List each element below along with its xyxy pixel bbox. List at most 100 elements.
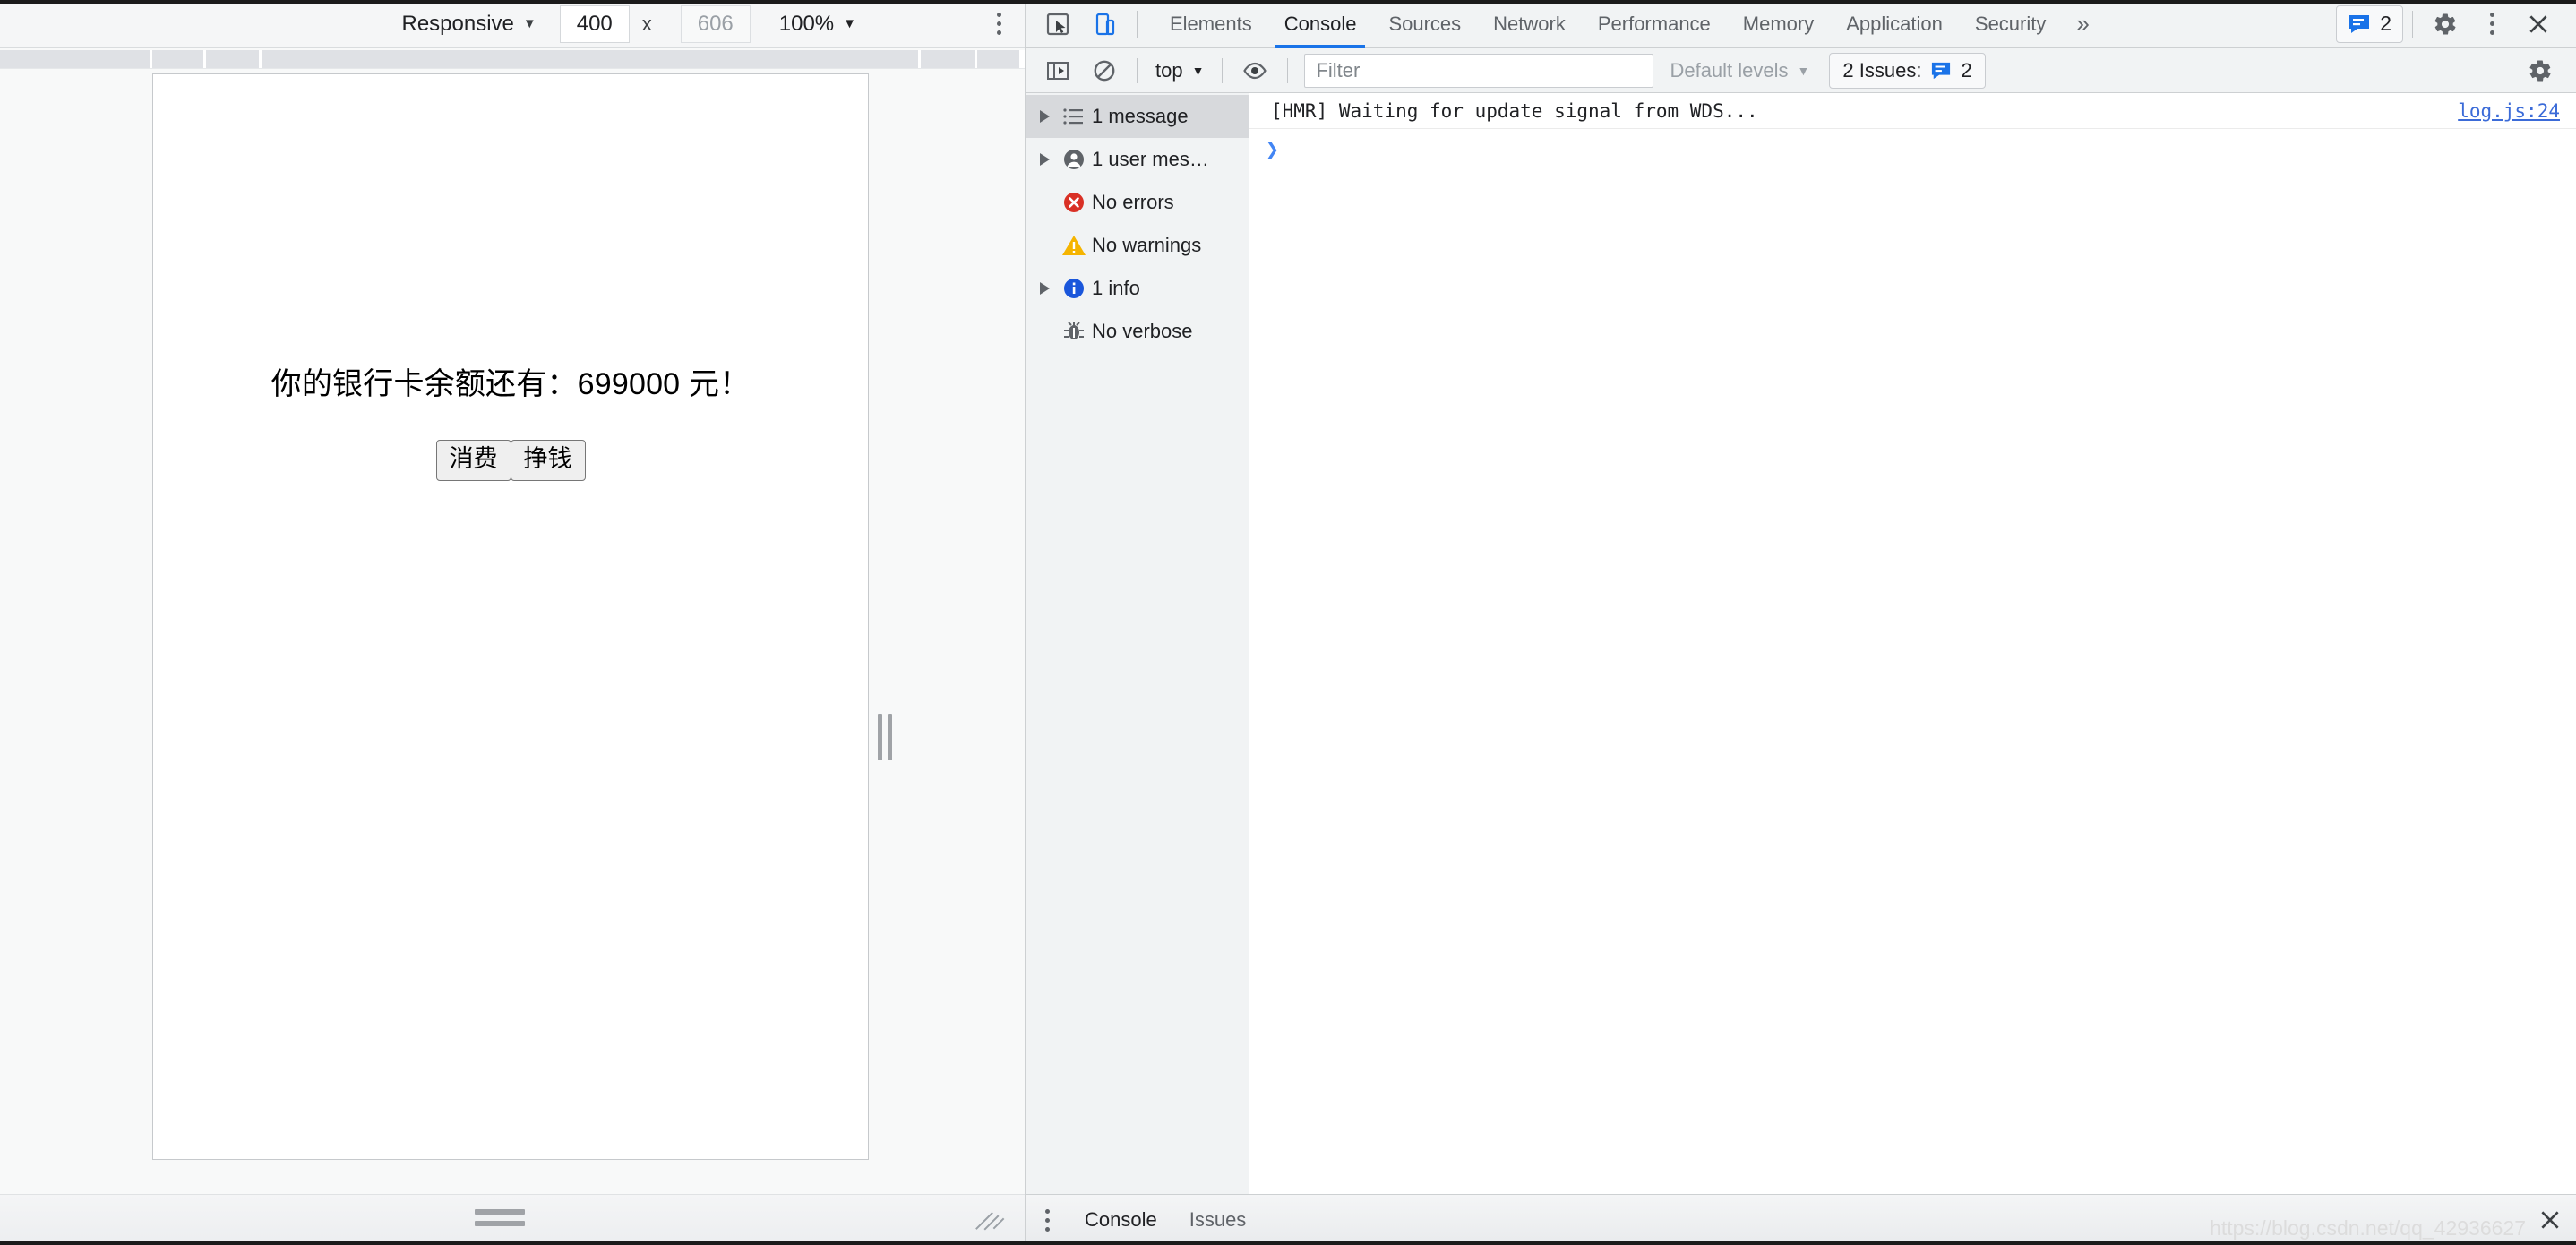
devtools-drawer: Console Issues https://blog.csdn.net/qq_… (1026, 1194, 2576, 1245)
devtools-toolbar-right: 2 (2336, 3, 2576, 46)
tab-memory[interactable]: Memory (1727, 0, 1830, 48)
eye-icon (1243, 62, 1267, 79)
console-message-source-link[interactable]: log.js:24 (2458, 100, 2560, 122)
close-icon (2541, 1211, 2559, 1229)
zoom-label: 100% (778, 11, 835, 36)
drawer-more-button[interactable] (1026, 1195, 1069, 1245)
console-issues-button[interactable]: 2 Issues: 2 (1829, 52, 1986, 89)
device-toolbar-more-button[interactable] (973, 0, 1025, 48)
tab-elements[interactable]: Elements (1154, 0, 1268, 48)
chevron-down-icon: ▼ (843, 16, 856, 31)
media-query-segment[interactable] (152, 50, 206, 68)
devtools-main-menu-button[interactable] (2469, 3, 2515, 46)
console-sidebar-toggle-button[interactable] (1035, 49, 1081, 92)
chevron-right-icon[interactable] (1033, 110, 1056, 123)
execution-context-label: top (1155, 58, 1183, 82)
warning-icon (1056, 234, 1092, 257)
execution-context-select[interactable]: top ▼ (1146, 55, 1213, 87)
tab-performance[interactable]: Performance (1582, 0, 1727, 48)
device-preset-select[interactable]: Responsive ▼ (394, 6, 543, 42)
window-bottom-strip (0, 1241, 2576, 1245)
toolbar-divider (1137, 57, 1138, 83)
issues-icon (1932, 62, 1951, 79)
issues-badge-button[interactable]: 2 (2336, 4, 2403, 43)
clear-console-icon (1094, 60, 1115, 81)
media-query-segment[interactable] (1022, 50, 1025, 68)
browser-window: Responsive ▼ 400 x 606 100% ▼ 你的银行卡余额还有：… (0, 0, 2576, 1245)
sidebar-item-info[interactable]: 1 info (1026, 267, 1249, 310)
toolbar-divider (1287, 57, 1289, 83)
more-tabs-button[interactable]: » (2062, 0, 2103, 48)
tab-sources[interactable]: Sources (1372, 0, 1477, 48)
tab-security[interactable]: Security (1959, 0, 2062, 48)
watermark-text: https://blog.csdn.net/qq_42936627 (2210, 1216, 2526, 1240)
console-toolbar: top ▼ Default levels ▼ 2 Issues: (1026, 48, 2576, 93)
device-toolbar-controls: Responsive ▼ 400 x 606 100% ▼ (394, 4, 856, 43)
sidebar-item-errors[interactable]: No errors (1026, 181, 1249, 224)
spend-button[interactable]: 消费 (435, 440, 511, 482)
toolbar-divider (1137, 10, 1138, 38)
devtools-settings-button[interactable] (2422, 3, 2469, 46)
inspect-element-button[interactable] (1035, 3, 1081, 46)
media-query-segment[interactable] (977, 50, 1022, 68)
viewport-width-resize-handle[interactable] (875, 711, 895, 763)
media-query-ruler[interactable] (0, 48, 1025, 69)
tab-network[interactable]: Network (1477, 0, 1582, 48)
toolbar-divider (1222, 57, 1224, 83)
console-issues-count: 2 (1961, 58, 1972, 82)
viewport-height-resize-handle[interactable] (475, 1209, 525, 1226)
drawer-tab-console[interactable]: Console (1069, 1195, 1173, 1245)
media-query-segment[interactable] (921, 50, 978, 68)
viewport-height-input[interactable]: 606 (680, 4, 751, 43)
device-viewport: 你的银行卡余额还有：699000 元！ 消费 挣钱 (152, 73, 869, 1160)
issues-badge-count: 2 (2380, 12, 2391, 35)
viewport-corner-resize-handle[interactable] (975, 1206, 1005, 1236)
viewport-footer (0, 1194, 1025, 1245)
sidebar-item-verbose[interactable]: No verbose (1026, 310, 1249, 353)
zoom-select[interactable]: 100% ▼ (779, 12, 856, 37)
media-query-segment[interactable] (0, 50, 152, 68)
vertical-dots-icon (2489, 13, 2494, 35)
page-button-row: 消费 挣钱 (153, 440, 868, 482)
console-sidebar: 1 message 1 user mes… No errors No warni… (1026, 93, 1249, 1194)
sidebar-item-label: No verbose (1092, 320, 1193, 342)
drawer-close-button[interactable] (2524, 1195, 2576, 1245)
info-icon (1056, 277, 1092, 300)
prompt-caret-icon: ❯ (1266, 136, 1280, 162)
list-icon (1056, 107, 1092, 126)
sidebar-item-messages[interactable]: 1 message (1026, 95, 1249, 138)
inspect-element-icon (1046, 13, 1069, 35)
console-message-text: [HMR] Waiting for update signal from WDS… (1271, 99, 1758, 122)
live-expression-button[interactable] (1232, 49, 1278, 92)
device-toolbar-icon (1095, 13, 1115, 35)
drawer-tab-issues[interactable]: Issues (1173, 1195, 1263, 1245)
sidebar-item-user-messages[interactable]: 1 user mes… (1026, 138, 1249, 181)
media-query-segment[interactable] (206, 50, 262, 68)
media-query-segment[interactable] (262, 50, 922, 68)
window-top-strip (0, 0, 2576, 4)
devtools-close-button[interactable] (2515, 3, 2562, 46)
device-toolbar: Responsive ▼ 400 x 606 100% ▼ (0, 0, 1025, 48)
chevron-down-icon: ▼ (1797, 63, 1810, 78)
sidebar-item-label: No errors (1092, 191, 1174, 213)
rendered-page: 你的银行卡余额还有：699000 元！ 消费 挣钱 (153, 74, 868, 1159)
console-message-list: [HMR] Waiting for update signal from WDS… (1249, 93, 2576, 1194)
chevron-down-icon: ▼ (522, 16, 537, 31)
viewport-width-input[interactable]: 400 (559, 4, 630, 43)
console-settings-button[interactable] (2517, 49, 2563, 92)
console-message-row[interactable]: [HMR] Waiting for update signal from WDS… (1249, 93, 2576, 129)
console-prompt[interactable]: ❯ (1249, 129, 2576, 177)
tab-application[interactable]: Application (1830, 0, 1959, 48)
chevron-right-icon[interactable] (1033, 153, 1056, 166)
vertical-dots-icon (1044, 1208, 1050, 1232)
devtools-panel: Elements Console Sources Network Perform… (1026, 0, 2576, 1245)
device-emulation-pane: Responsive ▼ 400 x 606 100% ▼ 你的银行卡余额还有：… (0, 0, 1026, 1245)
earn-button[interactable]: 挣钱 (510, 440, 586, 482)
console-filter-input[interactable] (1304, 53, 1654, 88)
log-levels-select[interactable]: Default levels ▼ (1670, 59, 1809, 82)
sidebar-item-warnings[interactable]: No warnings (1026, 224, 1249, 267)
tab-console[interactable]: Console (1268, 0, 1373, 48)
chevron-right-icon[interactable] (1033, 282, 1056, 295)
clear-console-button[interactable] (1081, 49, 1128, 92)
toggle-device-toolbar-button[interactable] (1081, 3, 1128, 46)
